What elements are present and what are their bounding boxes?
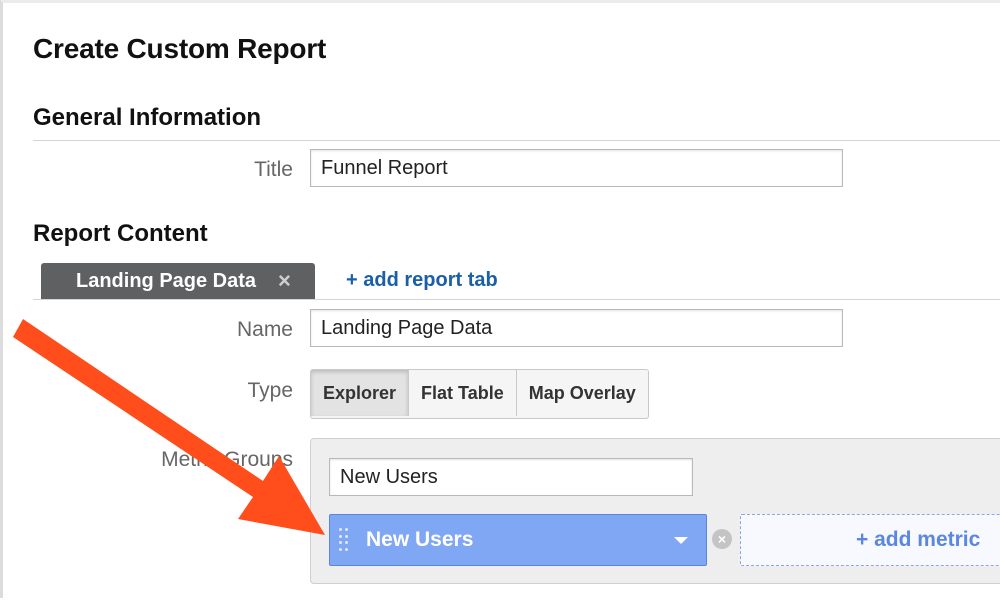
page-title: Create Custom Report bbox=[33, 33, 327, 64]
name-label: Name bbox=[236, 318, 293, 341]
title-label: Title bbox=[254, 158, 293, 181]
divider bbox=[33, 140, 1000, 141]
chevron-down-icon[interactable] bbox=[674, 537, 688, 544]
metric-groups-label: Metric Groups bbox=[161, 448, 293, 471]
tab-label: Landing Page Data bbox=[76, 269, 257, 292]
metric-new-users-chip[interactable]: New Users bbox=[329, 514, 707, 566]
type-map-overlay-button[interactable]: Map Overlay bbox=[516, 370, 648, 416]
title-input[interactable] bbox=[310, 149, 843, 187]
type-label: Type bbox=[247, 379, 293, 402]
metric-group-name-input[interactable] bbox=[329, 458, 693, 496]
report-editor: Create Custom Report General Information… bbox=[0, 0, 1000, 598]
remove-circle-icon[interactable]: × bbox=[712, 529, 732, 549]
type-selector: Explorer Flat Table Map Overlay bbox=[310, 369, 649, 419]
add-metric-button[interactable]: + add metric bbox=[740, 514, 1000, 566]
report-content-heading: Report Content bbox=[33, 220, 208, 247]
tab-divider bbox=[33, 299, 1000, 300]
type-flat-table-button[interactable]: Flat Table bbox=[409, 370, 517, 416]
general-information-heading: General Information bbox=[33, 104, 262, 131]
name-input[interactable] bbox=[310, 309, 843, 347]
type-explorer-button[interactable]: Explorer bbox=[311, 370, 410, 416]
close-icon[interactable]: × bbox=[278, 270, 291, 292]
annotation-arrow-shape bbox=[13, 319, 325, 535]
drag-handle-icon[interactable] bbox=[339, 528, 349, 552]
tab-landing-page-data[interactable]: Landing Page Data × bbox=[41, 263, 315, 299]
add-report-tab-link[interactable]: + add report tab bbox=[346, 269, 498, 292]
metric-chip-label: New Users bbox=[366, 528, 474, 551]
